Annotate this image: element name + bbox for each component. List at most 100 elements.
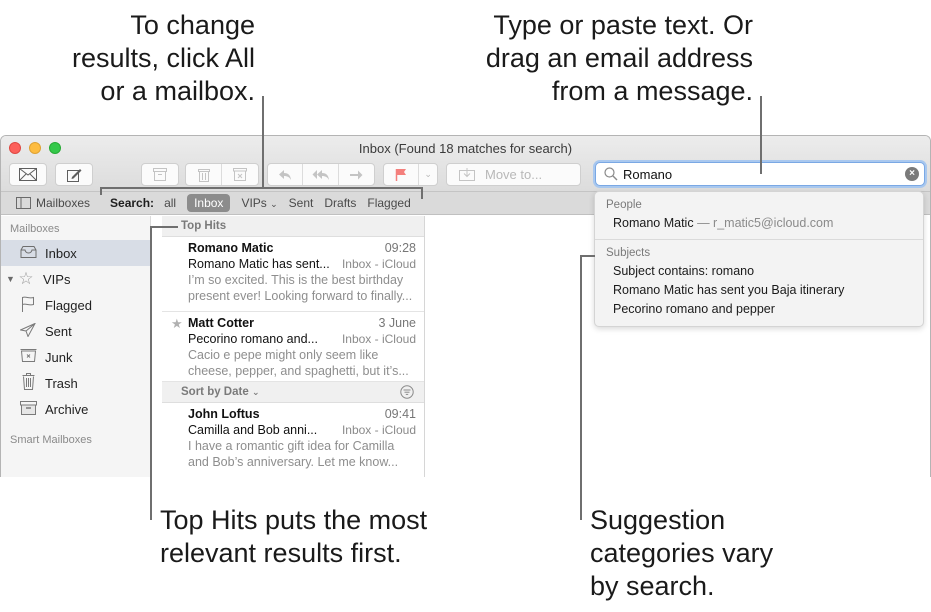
flag-button[interactable] xyxy=(384,164,420,185)
callout-line-text: by search. xyxy=(590,571,715,601)
message-sender: John Loftus xyxy=(188,407,260,421)
message-mailbox: Inbox - iCloud xyxy=(341,423,416,437)
scope-all[interactable]: all xyxy=(164,196,176,210)
suggestion-person-name: Romano Matic xyxy=(613,216,694,230)
sidebar-icon xyxy=(16,197,31,209)
message-row[interactable]: Romano Matic 09:28 Romano Matic has sent.… xyxy=(162,237,424,312)
forward-button[interactable] xyxy=(339,164,374,185)
message-sender: Romano Matic xyxy=(188,241,274,255)
sidebar: Mailboxes Inbox ▼ ☆ VIPs Flagged Sent Ju… xyxy=(1,216,151,477)
suggestion-heading-subjects: Subjects xyxy=(606,247,651,259)
sidebar-item-label: Archive xyxy=(45,401,89,417)
callout-bracket xyxy=(100,187,102,195)
sidebar-item-label: Sent xyxy=(45,323,72,339)
message-date: 09:28 xyxy=(384,241,416,255)
sidebar-item-label: Trash xyxy=(45,375,78,391)
callout-leader-line xyxy=(580,255,595,257)
sort-by-date-button[interactable]: Sort by Date ⌄ xyxy=(181,386,260,398)
mailboxes-toggle-button[interactable]: Mailboxes xyxy=(16,196,90,210)
suggestion-separator: — xyxy=(693,216,714,230)
junk-button[interactable] xyxy=(222,164,258,185)
delete-button[interactable] xyxy=(186,164,223,185)
paper-plane-icon xyxy=(18,321,37,340)
callout-line-text: drag an email address xyxy=(485,43,753,73)
flag-icon xyxy=(395,169,407,181)
move-to-label: Move to... xyxy=(485,167,543,182)
callout-line-text: Top Hits puts the most xyxy=(160,505,428,535)
callout-leader-line xyxy=(262,96,264,188)
callout-line-text: or a mailbox. xyxy=(100,76,255,106)
move-to-icon xyxy=(459,168,475,181)
sidebar-item-inbox[interactable]: Inbox xyxy=(1,240,150,266)
suggestion-person-email: r_matic5@icloud.com xyxy=(713,216,834,230)
message-date: 09:41 xyxy=(384,407,416,421)
sidebar-item-archive[interactable]: Archive xyxy=(1,396,150,422)
message-mailbox: Inbox - iCloud xyxy=(341,257,416,271)
message-preview: present ever! Looking forward to finally… xyxy=(188,289,413,303)
suggestion-subject[interactable]: Subject contains: romano xyxy=(595,262,923,281)
scope-drafts[interactable]: Drafts xyxy=(324,196,356,210)
archive-button[interactable] xyxy=(141,163,179,186)
sort-by-date-header[interactable]: Sort by Date ⌄ xyxy=(162,382,424,403)
scope-flagged[interactable]: Flagged xyxy=(367,196,410,210)
sidebar-heading-mailboxes: Mailboxes xyxy=(10,223,60,235)
callout-bracket xyxy=(100,187,422,189)
scope-vips-label: VIPs xyxy=(241,196,267,210)
sidebar-item-vips[interactable]: ▼ ☆ VIPs xyxy=(1,266,150,292)
suggestion-subject[interactable]: Pecorino romano and pepper xyxy=(595,300,923,319)
sidebar-item-trash[interactable]: Trash xyxy=(1,370,150,396)
filter-icon[interactable] xyxy=(400,385,414,399)
trash-icon xyxy=(197,168,210,182)
forward-icon xyxy=(350,170,363,179)
flag-icon xyxy=(19,296,37,315)
sidebar-item-label: Inbox xyxy=(45,245,77,261)
suggestion-person[interactable]: Romano Matic — r_matic5@icloud.com xyxy=(595,214,923,233)
sidebar-item-sent[interactable]: Sent xyxy=(1,318,150,344)
chevron-down-icon: ⌄ xyxy=(424,169,432,179)
reply-group xyxy=(267,163,375,186)
callout-leader-line xyxy=(760,96,762,174)
archive-icon xyxy=(19,400,37,418)
delete-junk-group xyxy=(185,163,259,186)
move-to-button[interactable]: Move to... xyxy=(446,163,581,186)
search-input[interactable] xyxy=(623,166,893,182)
callout-bracket xyxy=(421,187,423,199)
callout-leader-line xyxy=(150,226,152,520)
flag-menu-button[interactable]: ⌄ xyxy=(419,164,437,185)
callout-top-hits: Top Hits puts the most relevant results … xyxy=(160,504,500,570)
clear-search-button[interactable]: × xyxy=(905,167,919,181)
message-row[interactable]: John Loftus 09:41 Camilla and Bob anni...… xyxy=(162,403,424,477)
sort-label: Sort by Date xyxy=(181,386,249,398)
suggestion-subject[interactable]: Romano Matic has sent you Baja itinerary xyxy=(595,281,923,300)
inbox-icon xyxy=(19,245,37,261)
search-scope-label: Search: xyxy=(110,196,155,210)
trash-icon xyxy=(19,373,37,393)
sidebar-item-flagged[interactable]: Flagged xyxy=(1,292,150,318)
titlebar: Inbox (Found 18 matches for search) ⌄ Mo… xyxy=(1,136,930,191)
suggestion-divider xyxy=(595,239,923,240)
flag-group: ⌄ xyxy=(383,163,438,186)
scope-inbox[interactable]: Inbox xyxy=(187,194,231,212)
reply-all-button[interactable] xyxy=(303,164,339,185)
scope-vips[interactable]: VIPs ⌄ xyxy=(241,196,277,210)
callout-suggestion-categories: Suggestion categories vary by search. xyxy=(590,504,850,603)
get-mail-button[interactable] xyxy=(9,163,47,186)
callout-line-text: from a message. xyxy=(551,76,753,106)
callout-type-or-paste: Type or paste text. Or drag an email add… xyxy=(430,9,753,108)
message-row[interactable]: ★ Matt Cotter 3 June Pecorino romano and.… xyxy=(162,312,424,382)
message-preview: cheese, pepper, and spaghetti, but it’s.… xyxy=(188,364,409,378)
sidebar-item-junk[interactable]: Junk xyxy=(1,344,150,370)
compose-button[interactable] xyxy=(55,163,93,186)
callout-line-text: Type or paste text. Or xyxy=(493,10,753,40)
callout-line-text: Suggestion xyxy=(590,505,726,535)
message-preview: I’m so excited. This is the best birthda… xyxy=(188,273,404,287)
search-suggestions-popup: People Romano Matic — r_matic5@icloud.co… xyxy=(594,191,924,327)
callout-line-text: relevant results first. xyxy=(160,538,402,568)
reply-all-icon xyxy=(312,169,329,180)
scope-sent[interactable]: Sent xyxy=(289,196,314,210)
disclosure-triangle-icon[interactable]: ▼ xyxy=(6,274,17,284)
envelope-icon xyxy=(19,168,37,181)
sidebar-item-label: Flagged xyxy=(45,297,92,313)
reply-button[interactable] xyxy=(268,164,304,185)
callout-leader-line xyxy=(580,255,582,520)
